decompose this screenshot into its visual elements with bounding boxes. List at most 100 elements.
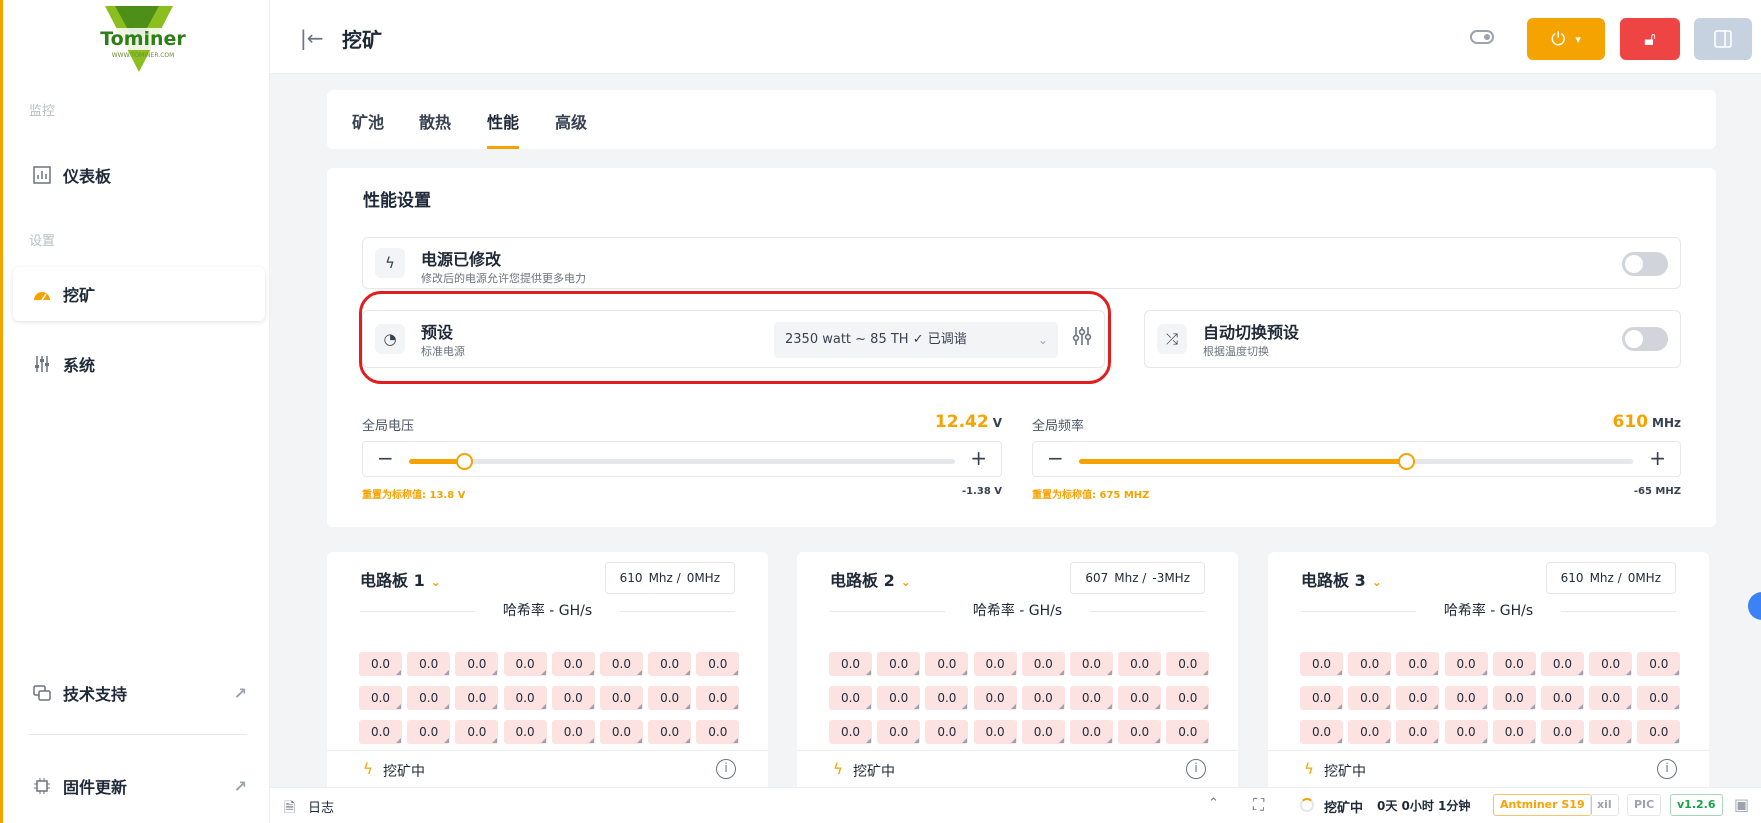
chip-cell[interactable]: 0.0 xyxy=(1589,652,1633,676)
frequency-track[interactable] xyxy=(1079,453,1633,470)
auto-switch-switch[interactable] xyxy=(1622,327,1668,351)
chip-cell[interactable]: 0.0 xyxy=(1021,720,1065,744)
chip-cell[interactable]: 0.0 xyxy=(877,686,921,710)
tab-advanced[interactable]: 高级 xyxy=(555,109,587,149)
chip-cell[interactable]: 0.0 xyxy=(503,720,547,744)
decrease-frequency-icon[interactable]: − xyxy=(1047,446,1064,470)
chip-cell[interactable]: 0.0 xyxy=(1396,720,1440,744)
board-title[interactable]: 电路板 2 ⌄ xyxy=(830,567,911,591)
chip-cell[interactable]: 0.0 xyxy=(359,720,402,744)
chip-cell[interactable]: 0.0 xyxy=(1118,686,1162,710)
info-icon[interactable]: i xyxy=(1657,759,1677,779)
chip-cell[interactable]: 0.0 xyxy=(648,686,692,710)
chip-cell[interactable]: 0.0 xyxy=(1348,686,1392,710)
chip-cell[interactable]: 0.0 xyxy=(359,652,402,676)
chip-cell[interactable]: 0.0 xyxy=(1118,652,1162,676)
chip-cell[interactable]: 0.0 xyxy=(551,652,595,676)
chip-cell[interactable]: 0.0 xyxy=(1637,686,1681,710)
chip-cell[interactable]: 0.0 xyxy=(1396,686,1440,710)
tab-cooling[interactable]: 散热 xyxy=(419,109,451,149)
sidebar-item-firmware[interactable]: 固件更新 ↗ xyxy=(13,759,265,813)
voltage-slider[interactable]: − + xyxy=(362,441,1002,477)
chip-cell[interactable]: 0.0 xyxy=(1021,652,1065,676)
chip-cell[interactable]: 0.0 xyxy=(1444,652,1488,676)
chip-cell[interactable]: 0.0 xyxy=(829,686,872,710)
chip-cell[interactable]: 0.0 xyxy=(1348,720,1392,744)
frequency-reset-note[interactable]: 重置为标称值: 675 MHZ xyxy=(1032,486,1149,501)
info-icon[interactable]: i xyxy=(1186,759,1206,779)
scan-icon[interactable]: ⛶ xyxy=(1253,795,1264,815)
chip-cell[interactable]: 0.0 xyxy=(599,686,643,710)
chip-cell[interactable]: 0.0 xyxy=(1166,720,1210,744)
chip-cell[interactable]: 0.0 xyxy=(1021,686,1065,710)
chip-cell[interactable]: 0.0 xyxy=(1637,652,1681,676)
tab-pool[interactable]: 矿池 xyxy=(352,109,384,149)
chip-cell[interactable]: 0.0 xyxy=(1540,720,1584,744)
tab-performance[interactable]: 性能 xyxy=(487,109,520,149)
board-title[interactable]: 电路板 3 ⌄ xyxy=(1301,567,1382,591)
chip-cell[interactable]: 0.0 xyxy=(1444,720,1488,744)
chip-cell[interactable]: 0.0 xyxy=(1069,720,1113,744)
sidebar-item-support[interactable]: 技术支持 ↗ xyxy=(13,666,265,720)
chip-cell[interactable]: 0.0 xyxy=(455,720,499,744)
chip-cell[interactable]: 0.0 xyxy=(599,652,643,676)
chip-cell[interactable]: 0.0 xyxy=(1540,652,1584,676)
chip-cell[interactable]: 0.0 xyxy=(1492,652,1536,676)
chip-cell[interactable]: 0.0 xyxy=(1300,686,1343,710)
floating-help-button[interactable] xyxy=(1748,592,1761,620)
chip-cell[interactable]: 0.0 xyxy=(1540,686,1584,710)
power-menu-button[interactable]: ⏻ ▾ xyxy=(1527,18,1605,60)
voltage-reset-note[interactable]: 重置为标称值: 13.8 V xyxy=(362,486,465,501)
log-file-icon[interactable]: 🗎︎ xyxy=(284,797,295,821)
chip-cell[interactable]: 0.0 xyxy=(1637,720,1681,744)
chip-cell[interactable]: 0.0 xyxy=(407,686,451,710)
chip-cell[interactable]: 0.0 xyxy=(925,720,969,744)
chip-cell[interactable]: 0.0 xyxy=(551,686,595,710)
chip-cell[interactable]: 0.0 xyxy=(1300,720,1343,744)
sidebar-item-dashboard[interactable]: 仪表板 xyxy=(13,148,265,202)
chip-cell[interactable]: 0.0 xyxy=(455,652,499,676)
chip-cell[interactable]: 0.0 xyxy=(696,652,740,676)
panel-toggle-button[interactable] xyxy=(1694,18,1752,60)
chip-cell[interactable]: 0.0 xyxy=(696,720,740,744)
chip-cell[interactable]: 0.0 xyxy=(973,652,1017,676)
chip-cell[interactable]: 0.0 xyxy=(925,652,969,676)
info-icon[interactable]: i xyxy=(716,759,736,779)
chip-cell[interactable]: 0.0 xyxy=(1492,720,1536,744)
frequency-slider[interactable]: − + xyxy=(1032,441,1681,477)
chip-cell[interactable]: 0.0 xyxy=(407,720,451,744)
chip-cell[interactable]: 0.0 xyxy=(1166,652,1210,676)
tominer-logo[interactable]: Tominer WWW.TOMINER.COM xyxy=(93,6,193,78)
chip-cell[interactable]: 0.0 xyxy=(1069,652,1113,676)
chip-cell[interactable]: 0.0 xyxy=(551,720,595,744)
chip-cell[interactable]: 0.0 xyxy=(1300,652,1343,676)
chip-cell[interactable]: 0.0 xyxy=(1492,686,1536,710)
decrease-voltage-icon[interactable]: − xyxy=(377,446,394,470)
voltage-handle[interactable] xyxy=(455,453,473,470)
voltage-track[interactable] xyxy=(409,453,955,470)
lock-button[interactable]: 🔓︎ xyxy=(1620,18,1680,60)
chip-cell[interactable]: 0.0 xyxy=(455,686,499,710)
theme-toggle-icon[interactable] xyxy=(1470,30,1494,44)
chip-cell[interactable]: 0.0 xyxy=(925,686,969,710)
collapse-sidebar-icon[interactable]: |← xyxy=(300,26,324,50)
chip-cell[interactable]: 0.0 xyxy=(877,652,921,676)
chip-cell[interactable]: 0.0 xyxy=(599,720,643,744)
increase-frequency-icon[interactable]: + xyxy=(1649,446,1666,470)
chip-cell[interactable]: 0.0 xyxy=(1444,686,1488,710)
chip-cell[interactable]: 0.0 xyxy=(696,686,740,710)
chip-cell[interactable]: 0.0 xyxy=(973,686,1017,710)
chip-cell[interactable]: 0.0 xyxy=(648,652,692,676)
chip-cell[interactable]: 0.0 xyxy=(503,652,547,676)
chip-cell[interactable]: 0.0 xyxy=(1348,652,1392,676)
chip-cell[interactable]: 0.0 xyxy=(1166,686,1210,710)
log-link[interactable]: 日志 xyxy=(308,797,334,816)
chip-cell[interactable]: 0.0 xyxy=(877,720,921,744)
chip-cell[interactable]: 0.0 xyxy=(1118,720,1162,744)
chip-cell[interactable]: 0.0 xyxy=(973,720,1017,744)
increase-voltage-icon[interactable]: + xyxy=(970,446,987,470)
chip-cell[interactable]: 0.0 xyxy=(829,652,872,676)
chip-cell[interactable]: 0.0 xyxy=(503,686,547,710)
board-title[interactable]: 电路板 1 ⌄ xyxy=(360,567,441,591)
chip-cell[interactable]: 0.0 xyxy=(1069,686,1113,710)
